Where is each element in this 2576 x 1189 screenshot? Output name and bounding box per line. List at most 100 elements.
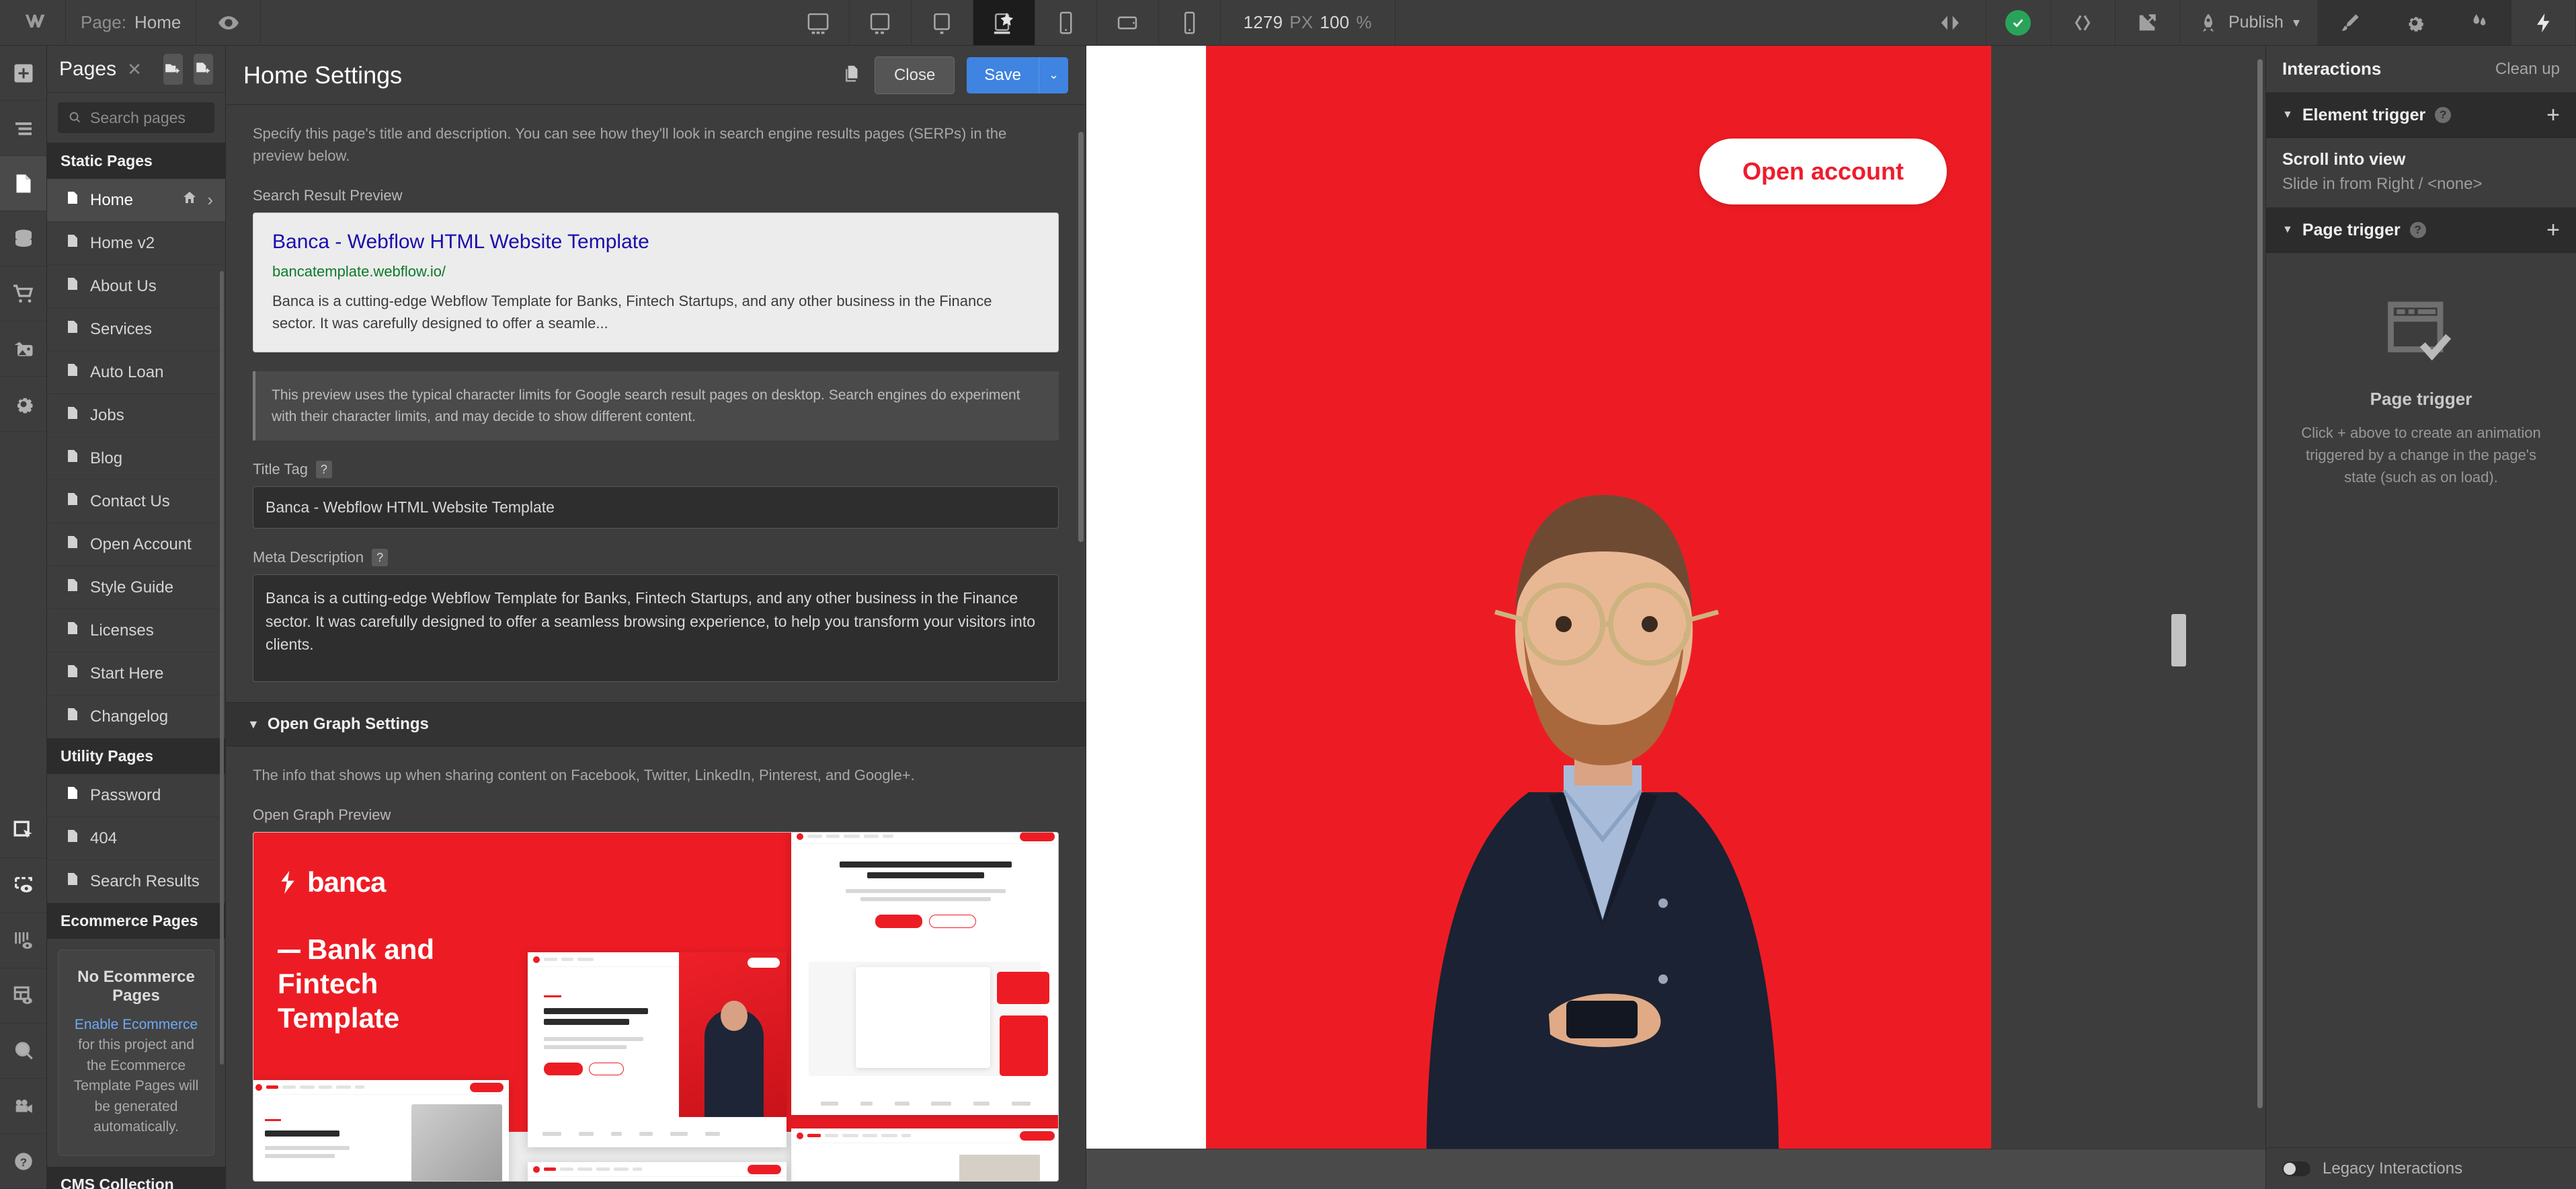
mock-navbar [791, 1128, 1058, 1143]
add-page-trigger-button[interactable]: + [2546, 219, 2560, 241]
close-button[interactable]: Close [874, 56, 955, 94]
og-mock-bottom-right [791, 1128, 1058, 1181]
canvas-scrollbar[interactable] [2257, 59, 2263, 1108]
gear-icon [2409, 17, 2423, 32]
page-row-auto-loan[interactable]: Auto Loan [47, 351, 225, 394]
help-icon[interactable]: ? [372, 549, 389, 566]
enable-ecommerce-link[interactable]: Enable Ecommerce [75, 1017, 198, 1032]
mock-nav-link [883, 835, 893, 838]
design-canvas[interactable]: Open account [1086, 46, 2265, 1189]
page-row-licenses[interactable]: Licenses [47, 609, 225, 652]
breakpoint-desktop-xl[interactable] [788, 0, 850, 45]
page-row-open-account[interactable]: Open Account [47, 523, 225, 566]
canvas-resize-handle[interactable] [2171, 614, 2186, 666]
rail-assets[interactable] [0, 321, 46, 377]
page-icon [16, 174, 30, 192]
page-row-search-results[interactable]: Search Results [47, 860, 225, 903]
settings-scrollbar[interactable] [1078, 132, 1084, 542]
rail-help[interactable]: ? [0, 1134, 46, 1189]
open-graph-section-header[interactable]: ▼ Open Graph Settings [226, 702, 1086, 746]
webflow-logo[interactable] [0, 0, 66, 45]
pages-scrollbar[interactable] [220, 271, 224, 1065]
page-row-home[interactable]: Home › [47, 179, 225, 222]
audit-status-button[interactable] [1986, 0, 2051, 45]
open-graph-image: banca Bank and Fintech Template [253, 833, 1058, 1181]
breakpoint-mobile-landscape[interactable] [1097, 0, 1159, 45]
toolbar-actions: Publish ▾ [1922, 0, 2576, 45]
breakpoint-desktop-medium[interactable] [912, 0, 973, 45]
help-icon[interactable]: ? [2435, 107, 2452, 123]
rail-select-tool[interactable] [0, 803, 46, 858]
page-row-services[interactable]: Services [47, 308, 225, 351]
interactions-panel-button[interactable] [2447, 0, 2511, 45]
rail-pages[interactable] [0, 156, 46, 211]
rail-add-elements[interactable] [0, 46, 46, 101]
rail-preview-element[interactable] [0, 858, 46, 913]
save-button[interactable]: Save [967, 56, 1039, 93]
rail-show-layout[interactable] [0, 968, 46, 1024]
status-badge [2005, 9, 2031, 36]
page-row-style-guide[interactable]: Style Guide [47, 566, 225, 609]
zoom-level-value: 100 [1320, 12, 1350, 32]
breakpoint-tablet[interactable] [1035, 0, 1097, 45]
chevron-right-icon[interactable]: › [207, 190, 213, 210]
svg-text:?: ? [19, 1156, 26, 1169]
breakpoint-desktop-large[interactable] [850, 0, 912, 45]
rail-show-guides[interactable] [0, 913, 46, 968]
help-icon[interactable]: ? [2409, 222, 2426, 238]
quick-find-button[interactable] [2511, 0, 2576, 45]
meta-description-input[interactable] [253, 574, 1059, 682]
duplicate-page-button[interactable] [842, 63, 862, 87]
share-button[interactable] [2116, 0, 2180, 45]
style-panel-button[interactable] [2318, 0, 2382, 45]
clean-up-button[interactable]: Clean up [2495, 60, 2560, 79]
page-row-jobs[interactable]: Jobs [47, 394, 225, 437]
mock-payment-logo [894, 1102, 910, 1106]
add-element-trigger-button[interactable]: + [2546, 104, 2560, 126]
page-trigger-section-header[interactable]: ▼ Page trigger ? + [2266, 208, 2576, 253]
banca-logo-icon [281, 871, 294, 894]
rail-navigator[interactable] [0, 101, 46, 156]
page-row-changelog[interactable]: Changelog [47, 695, 225, 738]
page-row-start-here[interactable]: Start Here [47, 652, 225, 695]
mock-cta-pill [1020, 1130, 1055, 1141]
og-mock-learning [253, 1080, 509, 1181]
rail-ecommerce[interactable] [0, 266, 46, 321]
page-label: Services [90, 319, 153, 338]
rail-project-settings[interactable] [0, 377, 46, 432]
help-icon[interactable]: ? [315, 461, 332, 478]
page-row-about-us[interactable]: About Us [47, 265, 225, 308]
element-trigger-section-header[interactable]: ▼ Element trigger ? + [2266, 93, 2576, 138]
tablet-icon [1059, 11, 1072, 34]
code-export-button[interactable] [2051, 0, 2116, 45]
rail-cms[interactable] [0, 211, 46, 266]
new-folder-button[interactable] [163, 53, 183, 85]
rail-video-tutorials[interactable] [0, 1079, 46, 1134]
rail-search[interactable] [0, 1024, 46, 1079]
legacy-interactions-row[interactable]: Legacy Interactions [2266, 1147, 2576, 1189]
mock-nav-link [807, 835, 822, 838]
element-trigger-item[interactable]: Scroll into view Slide in from Right / <… [2266, 138, 2576, 208]
settings-panel-button[interactable] [2382, 0, 2447, 45]
breakpoint-mobile-portrait[interactable] [1159, 0, 1221, 45]
chevron-down-icon[interactable]: ⌄ [1039, 56, 1068, 93]
page-row-contact-us[interactable]: Contact Us [47, 480, 225, 523]
title-tag-input[interactable] [253, 486, 1059, 529]
page-row-password[interactable]: Password [47, 774, 225, 817]
canvas-page-hero[interactable]: Open account [1206, 46, 1991, 1149]
page-row-404[interactable]: 404 [47, 817, 225, 860]
zoom-controls[interactable]: 1279 PX 100 % [1221, 0, 1396, 45]
publish-button[interactable]: Publish ▾ [2180, 0, 2318, 45]
breakpoint-desktop-base[interactable] [973, 0, 1035, 45]
undo-redo-button[interactable] [1922, 0, 1986, 45]
preview-toggle-button[interactable] [196, 0, 261, 45]
page-row-home-v2[interactable]: Home v2 [47, 222, 225, 265]
close-icon[interactable]: ✕ [127, 61, 142, 78]
search-input[interactable] [90, 108, 205, 127]
page-indicator[interactable]: Page: Home [66, 0, 197, 45]
section-header-cms: CMS Collection Pages [47, 1166, 225, 1189]
new-page-button[interactable] [193, 53, 213, 85]
pages-search-box[interactable] [58, 102, 214, 133]
page-row-blog[interactable]: Blog [47, 437, 225, 480]
legacy-interactions-toggle[interactable] [2282, 1161, 2310, 1176]
